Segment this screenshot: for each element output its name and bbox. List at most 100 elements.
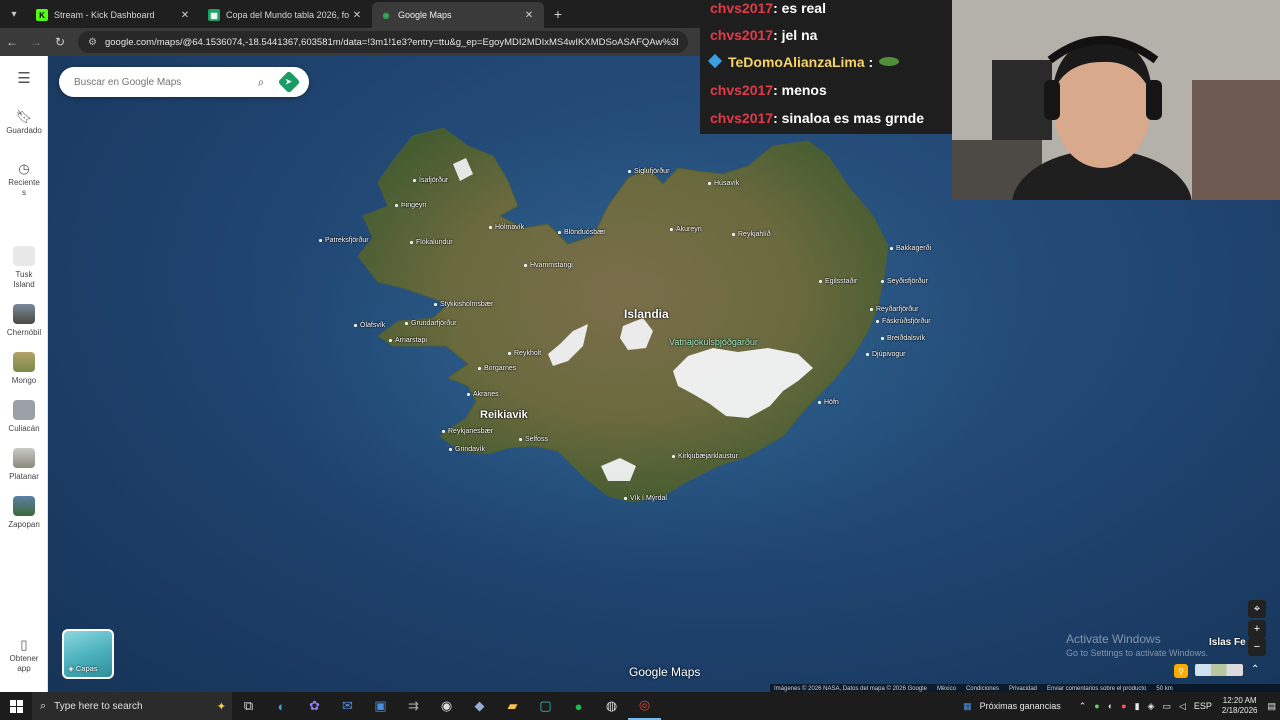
close-icon[interactable]: ✕ <box>522 10 536 21</box>
search-icon[interactable]: ⌕ <box>251 75 271 90</box>
label-town[interactable]: Borgarnes <box>478 365 516 372</box>
emote-icon <box>879 57 900 66</box>
network-icon[interactable]: ▭ <box>1162 701 1171 712</box>
minus-icon: − <box>1253 641 1261 653</box>
label-faroe-islands[interactable]: Islas Fe <box>1209 637 1246 648</box>
tab-copa-del-mundo[interactable]: ▦ Copa del Mundo tabla 2026, fo ✕ <box>200 2 372 28</box>
label-town[interactable]: Reykjanesbær <box>442 428 493 435</box>
label-town[interactable]: Húsavík <box>708 180 739 187</box>
label-capital[interactable]: Reikiavik <box>480 409 528 421</box>
notifications-icon[interactable]: ▤ <box>1267 701 1276 712</box>
app-icon[interactable]: ◍ <box>595 692 628 720</box>
label-town[interactable]: Stykkishólmsbær <box>434 301 493 308</box>
label-country[interactable]: Islandia <box>624 307 669 321</box>
label-town[interactable]: Fáskrúðsfjörður <box>876 318 931 325</box>
label-town[interactable]: Grindavík <box>449 446 485 453</box>
label-town[interactable]: Blönduósbær <box>558 229 606 236</box>
app-icon[interactable]: ▢ <box>529 692 562 720</box>
label-town[interactable]: Djúpivogur <box>866 351 905 358</box>
clock[interactable]: 12:20 AM 2/18/2026 <box>1222 696 1258 716</box>
map-type-thumbnails[interactable] <box>1195 664 1243 676</box>
copilot-icon[interactable]: ✿ <box>298 692 331 720</box>
task-view-button[interactable]: ⧉ <box>232 692 265 720</box>
layers-button[interactable]: ◈ Capas <box>62 629 114 679</box>
label-town[interactable]: Arnarstapi <box>389 337 427 344</box>
zoom-in-button[interactable]: + <box>1248 620 1266 638</box>
label-town[interactable]: Bakkagerði <box>890 245 931 252</box>
volume-icon[interactable]: ◁ <box>1179 701 1186 712</box>
rail-item-tusk-island[interactable]: Tusk Island <box>0 246 48 290</box>
zoom-out-button[interactable]: − <box>1248 638 1266 656</box>
weather-icon[interactable]: ▦ <box>963 701 972 712</box>
label-town[interactable]: Ólafsvík <box>354 322 385 329</box>
tray-app-icon[interactable]: ● <box>1094 701 1099 711</box>
close-icon[interactable]: ✕ <box>350 10 364 21</box>
app-icon[interactable]: ⇉ <box>397 692 430 720</box>
tab-google-maps[interactable]: ◉ Google Maps ✕ <box>372 2 544 28</box>
spotify-icon[interactable]: ● <box>562 692 595 720</box>
microphone-icon[interactable]: ▮ <box>1135 701 1140 712</box>
chevron-up-icon[interactable]: ⌃ <box>1079 701 1087 712</box>
tray-app-icon[interactable]: ◈ <box>1148 701 1155 712</box>
chrome-icon[interactable]: ◎ <box>628 692 661 720</box>
tab-search-button[interactable]: ▾ <box>0 0 28 28</box>
directions-icon[interactable]: ➤ <box>277 70 301 94</box>
rail-item-platanar[interactable]: Platanar <box>0 448 48 482</box>
label-town[interactable]: Egilsstaðir <box>819 278 857 285</box>
pegman-button[interactable]: ⚲ <box>1174 664 1188 678</box>
tray-app-icon[interactable]: ● <box>1121 701 1126 711</box>
label-town[interactable]: Breiðdalsvík <box>881 335 925 342</box>
taskbar-search[interactable]: ⌕ Type here to search ✦ <box>32 692 232 720</box>
label-town[interactable]: Flókalundur <box>410 239 453 246</box>
edge-icon[interactable]: ◐ <box>265 692 298 720</box>
store-icon[interactable]: ▣ <box>364 692 397 720</box>
label-town[interactable]: Hvammstangi <box>524 262 573 269</box>
label-town[interactable]: Selfoss <box>519 436 548 443</box>
search-input[interactable] <box>74 76 245 88</box>
menu-button[interactable]: ☰ <box>0 71 48 88</box>
label-town[interactable]: Hólmavík <box>489 224 524 231</box>
url-text: google.com/maps/@64.1536074,-18.5441367,… <box>104 36 678 48</box>
label-town[interactable]: Reykholt <box>508 350 541 357</box>
label-town[interactable]: Akureyri <box>670 226 702 233</box>
site-info-icon[interactable]: ⚙ <box>88 37 97 48</box>
label-town[interactable]: Ísafjörður <box>413 177 448 184</box>
label-town[interactable]: Reykjahlíð <box>732 231 771 238</box>
app-icon[interactable]: ◆ <box>463 692 496 720</box>
label-town[interactable]: Patreksfjörður <box>319 237 369 244</box>
label-town[interactable]: Akranes <box>467 391 499 398</box>
language-indicator[interactable]: ESP <box>1194 701 1212 711</box>
rail-item-guardado[interactable]: 🔖︎ Guardado <box>0 110 48 136</box>
collapse-icon[interactable]: ⌃ <box>1251 664 1259 675</box>
start-button[interactable] <box>0 692 32 720</box>
label-town[interactable]: Kirkjubæjarklaustur <box>672 453 738 460</box>
label-town[interactable]: Höfn <box>818 399 839 406</box>
rail-item-mongo[interactable]: Mongo <box>0 352 48 386</box>
rail-item-chernobil[interactable]: Chernóbil <box>0 304 48 338</box>
label-town[interactable]: Siglufjörður <box>628 168 669 175</box>
tab-kick-dashboard[interactable]: K Stream - Kick Dashboard ✕ <box>28 2 200 28</box>
forward-button[interactable]: → <box>24 35 48 49</box>
back-button[interactable]: ← <box>0 35 24 49</box>
file-explorer-icon[interactable]: ▰ <box>496 692 529 720</box>
label-town[interactable]: Seyðisfjörður <box>881 278 928 285</box>
label-town[interactable]: Vík í Mýrdal <box>624 495 667 502</box>
close-icon[interactable]: ✕ <box>178 10 192 21</box>
background-clutter <box>1192 80 1280 200</box>
weather-text[interactable]: Próximas ganancias <box>980 701 1061 711</box>
mail-icon[interactable]: ✉ <box>331 692 364 720</box>
rail-item-obtener-app[interactable]: ▯ Obtener app <box>0 638 48 674</box>
label-town[interactable]: Grundarfjörður <box>405 320 457 327</box>
rail-item-zapopan[interactable]: Zapopan <box>0 496 48 530</box>
rail-item-culiacan[interactable]: Culiacán <box>0 400 48 434</box>
obs-icon[interactable]: ◉ <box>430 692 463 720</box>
label-town[interactable]: Reyðarfjörður <box>870 306 918 313</box>
label-town[interactable]: Þingeyri <box>395 202 426 209</box>
tray-app-icon[interactable]: ◐ <box>1108 701 1113 711</box>
new-tab-button[interactable]: + <box>544 6 572 22</box>
url-field[interactable]: ⚙ google.com/maps/@64.1536074,-18.544136… <box>78 31 688 53</box>
rail-item-recientes[interactable]: ◷ Reciente s <box>0 162 48 198</box>
reload-button[interactable]: ↻ <box>48 35 72 49</box>
my-location-button[interactable]: ⌖ <box>1248 600 1266 618</box>
label-glacier-park[interactable]: Vatnajökulsþjóðgarður <box>669 337 758 347</box>
